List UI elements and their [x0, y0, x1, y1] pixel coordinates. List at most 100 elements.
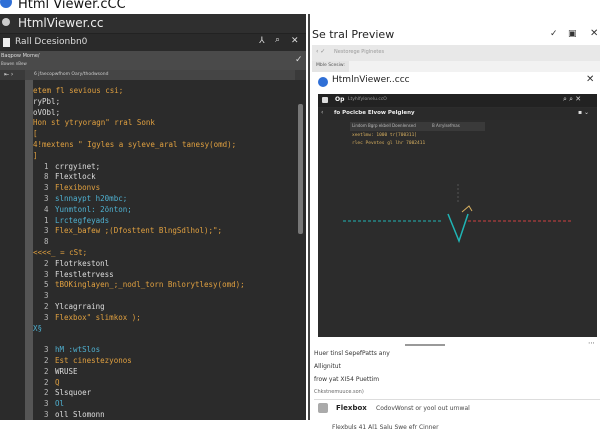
editor-title: HtmlViewer.cc [18, 16, 104, 30]
preview-text: Huer tinsl SepefPatts any [314, 350, 390, 357]
line-number: 3 [44, 183, 49, 193]
code-line: [ [33, 129, 38, 139]
inner-code-line: xeetlmw: 1000 tr[700311] [352, 133, 418, 138]
panel-title: Baqpow Mome/ [1, 53, 40, 59]
list-item-title: Flexbox [336, 404, 367, 412]
app-logo-icon [318, 77, 328, 87]
tab-mobile[interactable]: Mble Scesiw: [312, 61, 349, 72]
window-title: Html Viewer.cCC [18, 0, 126, 12]
card-title: HtmlnViewer..ccc [332, 75, 410, 85]
line-number: 2 [44, 366, 49, 376]
line-number: 3 [44, 399, 49, 409]
line-number: 2 [44, 377, 49, 387]
code-line: hM :wtSlos [55, 345, 101, 355]
close-icon[interactable]: ✕ [590, 28, 598, 39]
line-number: 8 [44, 172, 49, 182]
preview-title: Se tral Preview [312, 28, 395, 41]
line-number: 2 [44, 356, 49, 365]
code-line: Ylcagrraing [55, 302, 105, 311]
inner-title: Op [335, 96, 345, 103]
search-icon[interactable]: ⌕ ⌕ ✕ [563, 95, 581, 104]
editor-toolbar: Rall Dcesionbn0 ⅄ ⌕ ✕ [0, 34, 306, 51]
inner-titlebar: Op Ltyhlfylonelu.ccO ⌕ ⌕ ✕ [318, 94, 597, 107]
line-number: 3 [44, 291, 49, 301]
divider [314, 399, 600, 400]
preview-text: frow yat XI54 Puettim [314, 376, 380, 383]
code-line: etem fl sevious csi; [33, 86, 124, 95]
preview-text: Chkstnemuuce.son) [314, 389, 364, 395]
box-icon [318, 403, 328, 413]
code-line: oVObl; [33, 107, 61, 117]
preview-frame: Op Ltyhlfylonelu.ccO ⌕ ⌕ ✕ ‹ fo Poclcbe … [318, 94, 597, 337]
line-number: 2 [44, 258, 49, 268]
code-line: <<<<_ = cSt; [33, 248, 88, 257]
nav-text: Nestorege Piglnetes [334, 49, 385, 55]
line-number: 5 [44, 280, 49, 290]
code-line: Ol [55, 399, 65, 409]
line-number: 8 [44, 237, 49, 247]
code-line: Flexibonvs [55, 183, 101, 193]
back-icon[interactable]: ‹ ✓ [316, 48, 325, 55]
code-line: Flexbox" slimkox ); [55, 312, 141, 322]
code-line: Est cinestezyonos [55, 356, 132, 365]
maximize-icon[interactable]: ▣ [568, 29, 577, 39]
line-number: 4 [44, 204, 49, 214]
code-line: Slsquoer [55, 388, 92, 398]
line-number: 3 [44, 410, 49, 419]
preview-text: Allignitut [314, 363, 341, 370]
code-line: Flestletrvess [55, 269, 114, 279]
check-icon[interactable]: ✓ [295, 55, 303, 65]
more-icon[interactable]: ⋯ [588, 339, 595, 347]
resize-handle[interactable] [405, 344, 445, 346]
back-icon[interactable]: ‹ [321, 109, 323, 116]
inner-toolbar: ‹ fo Poclcbe Elvow Pelgleny ▪ ⌄ [318, 108, 597, 120]
window-titlebar: Html Viewer.cCC [0, 0, 600, 14]
line-number: 3 [44, 194, 49, 203]
inner-url: Ltyhlfylonelu.ccO [348, 97, 387, 102]
preview-panel: Se tral Preview ✓ ▣ ✕ ‹ ✓ Nestorege Pigl… [308, 14, 600, 431]
nav-arrows-icon[interactable]: ⇤ › [4, 71, 13, 78]
code-line: crrgyinet; [55, 161, 101, 171]
path-text: 6 jfaecopwfhom Oary/thodwsond [34, 72, 109, 77]
code-line: Lrctegfeyads [55, 215, 110, 225]
code-line: WRUSE [55, 366, 78, 376]
tab-bar: Mble Scesiw: [312, 61, 600, 72]
code-line: Flotrkestonl [55, 258, 110, 268]
app-icon [2, 18, 10, 26]
panel-subtitle: Bowen nBew [1, 61, 27, 66]
code-line: Yunmtonl: 2önton; [55, 204, 132, 214]
pin-icon[interactable]: ⅄ [259, 36, 265, 46]
code-line: 4!mextens " Igyles a syleve_aral tanesy(… [33, 140, 237, 149]
code-line: Q [55, 377, 60, 387]
list-item[interactable]: Flexbox CodovWonst or yool out urnwal [314, 402, 600, 416]
inner-code-line: rlec Pevntes gl lhr 7002411 [352, 141, 426, 146]
inner-tab-1[interactable]: Lindom Bgrp ekbell Doenlensed [352, 123, 416, 128]
check-icon[interactable]: ✓ [550, 29, 558, 39]
panel-icon [3, 38, 10, 47]
code-editor[interactable]: etem fl sevious csi; ryPbl; oVObl; Hon st … [0, 80, 306, 420]
code-line: ] [33, 150, 38, 160]
line-number: 3 [44, 226, 49, 236]
close-icon[interactable]: ✕ [586, 74, 594, 85]
code-line: Flextlock [55, 172, 96, 182]
inner-tab-2[interactable]: B Arrylsefmas [432, 123, 460, 128]
line-number: 2 [44, 302, 49, 311]
panel-header: Baqpow Mome/ Bowen nBew ✓ [0, 51, 306, 70]
menu-icon[interactable]: ▪ ⌄ [578, 109, 589, 116]
nav-bar: ‹ ✓ Nestorege Piglnetes [312, 45, 600, 61]
code-line: slnnaypt h20mbc; [55, 194, 128, 203]
code-line: Hon st ytryoragn" rral Sonk [33, 118, 155, 128]
code-line: tBOKinglayen_;_nodl_torn Bnlorytlesy(omd… [55, 280, 245, 290]
inner-app-icon [322, 97, 328, 103]
inner-tabs: Lindom Bgrp ekbell Doenlensed B Arrylsef… [350, 122, 485, 131]
line-number: 1 [44, 215, 49, 225]
editor-titlebar: HtmlViewer.cc [0, 14, 306, 34]
code-line: oll Slomonn [55, 410, 105, 419]
inner-subtitle: fo Poclcbe Elvow Pelgleny [334, 110, 415, 116]
code-line: ryPbl; [33, 96, 61, 106]
line-number: 3 [44, 345, 49, 355]
list-item-2[interactable]: Flexbuls 41 Al1 Salu Swe efr Cinner [332, 424, 439, 431]
scrollbar[interactable] [298, 104, 303, 234]
search-icon[interactable]: ⌕ [275, 35, 280, 45]
close-icon[interactable]: ✕ [291, 36, 299, 46]
